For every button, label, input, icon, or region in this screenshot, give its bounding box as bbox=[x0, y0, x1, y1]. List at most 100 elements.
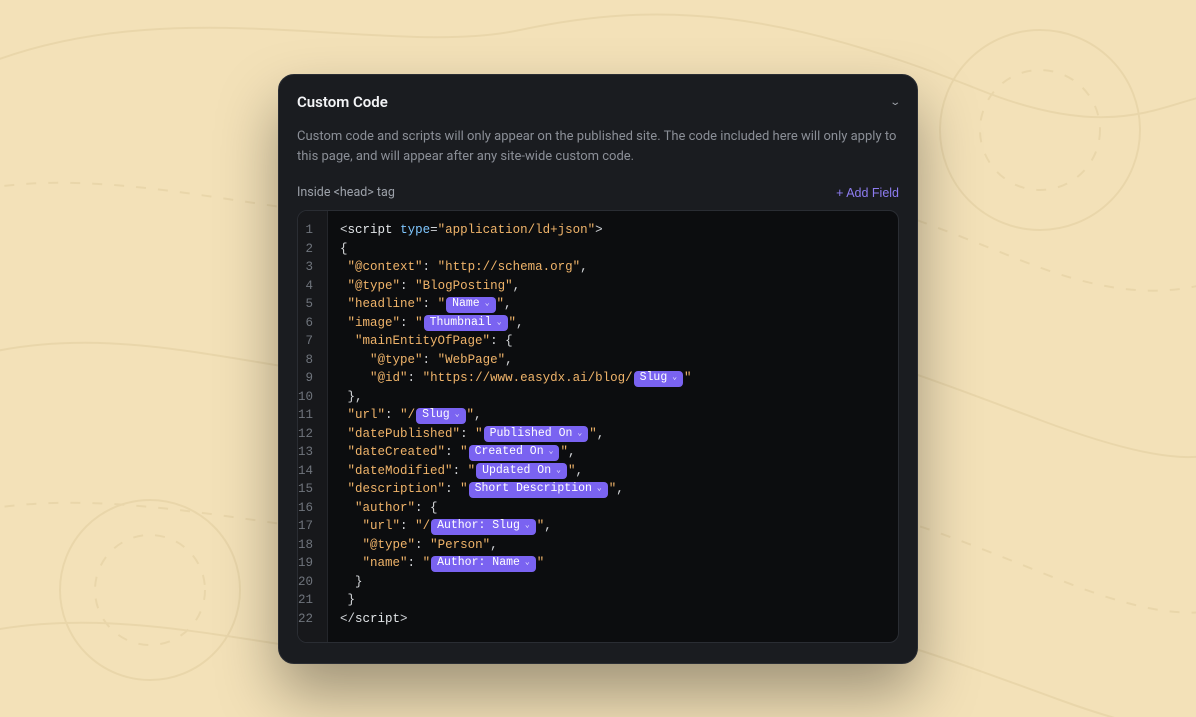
add-field-button[interactable]: + Add Field bbox=[836, 186, 899, 200]
line-number: 6 bbox=[298, 314, 319, 333]
code-token: " bbox=[423, 554, 431, 573]
code-token: : bbox=[408, 369, 423, 388]
code-line[interactable]: "dateModified": "Updated On⌄", bbox=[340, 462, 886, 481]
code-token: " bbox=[460, 480, 468, 499]
code-token: "dateModified" bbox=[348, 462, 453, 481]
chevron-down-icon: ⌄ bbox=[556, 462, 561, 481]
code-token: "@id" bbox=[370, 369, 408, 388]
field-chip[interactable]: Thumbnail⌄ bbox=[424, 315, 508, 331]
line-number: 9 bbox=[298, 369, 319, 388]
section-label: Inside <head> tag bbox=[297, 185, 395, 200]
code-line[interactable]: "description": "Short Description⌄", bbox=[340, 480, 886, 499]
line-number: 7 bbox=[298, 332, 319, 351]
code-token: "url" bbox=[363, 517, 401, 536]
code-token: , bbox=[616, 480, 624, 499]
code-token: = bbox=[430, 221, 438, 240]
code-line[interactable]: "url": "/Slug⌄", bbox=[340, 406, 886, 425]
field-chip-label: Updated On bbox=[482, 462, 551, 481]
code-token: </ bbox=[340, 610, 355, 629]
code-line[interactable]: "@type": "Person", bbox=[340, 536, 886, 555]
code-token bbox=[340, 406, 348, 425]
code-token: "datePublished" bbox=[348, 425, 461, 444]
code-line[interactable]: "@id": "https://www.easydx.ai/blog/Slug⌄… bbox=[340, 369, 886, 388]
code-token: " bbox=[415, 314, 423, 333]
code-token: : bbox=[423, 258, 438, 277]
code-token: , bbox=[513, 277, 521, 296]
line-number: 16 bbox=[298, 499, 319, 518]
field-chip[interactable]: Author: Slug ⌄ bbox=[431, 519, 536, 535]
field-chip[interactable]: Short Description⌄ bbox=[469, 482, 608, 498]
code-line[interactable]: </script> bbox=[340, 610, 886, 629]
code-token bbox=[340, 351, 370, 370]
chevron-down-icon: ⌄ bbox=[597, 480, 602, 499]
code-token: "/ bbox=[400, 406, 415, 425]
code-line[interactable]: "dateCreated": "Created On⌄", bbox=[340, 443, 886, 462]
code-token bbox=[340, 517, 363, 536]
code-token bbox=[340, 425, 348, 444]
code-token: " bbox=[537, 554, 545, 573]
code-line[interactable]: "author": { bbox=[340, 499, 886, 518]
editor-code[interactable]: <script type="application/ld+json">{ "@c… bbox=[328, 211, 898, 642]
chevron-down-icon: ⌄ bbox=[525, 517, 530, 536]
code-token: "author" bbox=[355, 499, 415, 518]
line-number: 18 bbox=[298, 536, 319, 555]
code-line[interactable]: } bbox=[340, 573, 886, 592]
line-number: 17 bbox=[298, 517, 319, 536]
field-chip-label: Author: Name bbox=[437, 554, 520, 573]
code-line[interactable]: "headline": "Name⌄", bbox=[340, 295, 886, 314]
code-line[interactable]: "mainEntityOfPage": { bbox=[340, 332, 886, 351]
code-token bbox=[393, 221, 401, 240]
code-token bbox=[340, 314, 348, 333]
code-token: "image" bbox=[348, 314, 401, 333]
code-line[interactable]: { bbox=[340, 240, 886, 259]
code-token: : bbox=[415, 536, 430, 555]
code-token: , bbox=[516, 314, 524, 333]
code-line[interactable]: "url": "/Author: Slug⌄", bbox=[340, 517, 886, 536]
line-number: 14 bbox=[298, 462, 319, 481]
field-chip[interactable]: Published On⌄ bbox=[484, 426, 589, 442]
code-line[interactable]: } bbox=[340, 591, 886, 610]
code-token: " bbox=[684, 369, 692, 388]
field-chip[interactable]: Updated On ⌄ bbox=[476, 463, 567, 479]
line-number: 22 bbox=[298, 610, 319, 629]
code-token: { bbox=[340, 240, 348, 259]
field-chip-label: Author: Slug bbox=[437, 517, 520, 536]
code-token: "name" bbox=[363, 554, 408, 573]
line-number: 1 bbox=[298, 221, 319, 240]
code-editor[interactable]: 12345678910111213141516171819202122 <scr… bbox=[297, 210, 899, 643]
code-line[interactable]: }, bbox=[340, 388, 886, 407]
chevron-down-icon: ⌄ bbox=[455, 406, 460, 425]
field-chip[interactable]: Author: Name⌄ bbox=[431, 556, 536, 572]
field-chip[interactable]: Slug⌄ bbox=[416, 408, 465, 424]
code-token: : bbox=[385, 406, 400, 425]
code-token: "application/ld+json" bbox=[438, 221, 596, 240]
field-chip[interactable]: Slug⌄ bbox=[634, 371, 683, 387]
code-line[interactable]: "@type": "BlogPosting", bbox=[340, 277, 886, 296]
field-chip[interactable]: Created On⌄ bbox=[469, 445, 560, 461]
field-chip-label: Thumbnail bbox=[430, 314, 492, 333]
code-token: " bbox=[609, 480, 617, 499]
line-number: 11 bbox=[298, 406, 319, 425]
code-token: "https://www.easydx.ai/blog/ bbox=[423, 369, 633, 388]
code-token: , bbox=[575, 462, 583, 481]
field-chip[interactable]: Name⌄ bbox=[446, 297, 495, 313]
code-token: , bbox=[597, 425, 605, 444]
code-token: " bbox=[560, 443, 568, 462]
code-token bbox=[340, 258, 348, 277]
code-line[interactable]: "name": "Author: Name⌄" bbox=[340, 554, 886, 573]
code-token: " bbox=[568, 462, 576, 481]
code-line[interactable]: "datePublished": "Published On⌄", bbox=[340, 425, 886, 444]
code-line[interactable]: "@context": "http://schema.org", bbox=[340, 258, 886, 277]
code-line[interactable]: "image": "Thumbnail⌄", bbox=[340, 314, 886, 333]
code-token: "@context" bbox=[348, 258, 423, 277]
chevron-down-icon[interactable]: ⌄ bbox=[889, 97, 901, 108]
code-token: "http://schema.org" bbox=[438, 258, 581, 277]
panel-header: Custom Code ⌄ bbox=[297, 93, 899, 111]
custom-code-panel: Custom Code ⌄ Custom code and scripts wi… bbox=[278, 74, 918, 664]
code-token: } bbox=[340, 591, 355, 610]
code-token bbox=[340, 369, 370, 388]
code-line[interactable]: <script type="application/ld+json"> bbox=[340, 221, 886, 240]
line-number: 21 bbox=[298, 591, 319, 610]
code-line[interactable]: "@type": "WebPage", bbox=[340, 351, 886, 370]
code-token: , bbox=[568, 443, 576, 462]
